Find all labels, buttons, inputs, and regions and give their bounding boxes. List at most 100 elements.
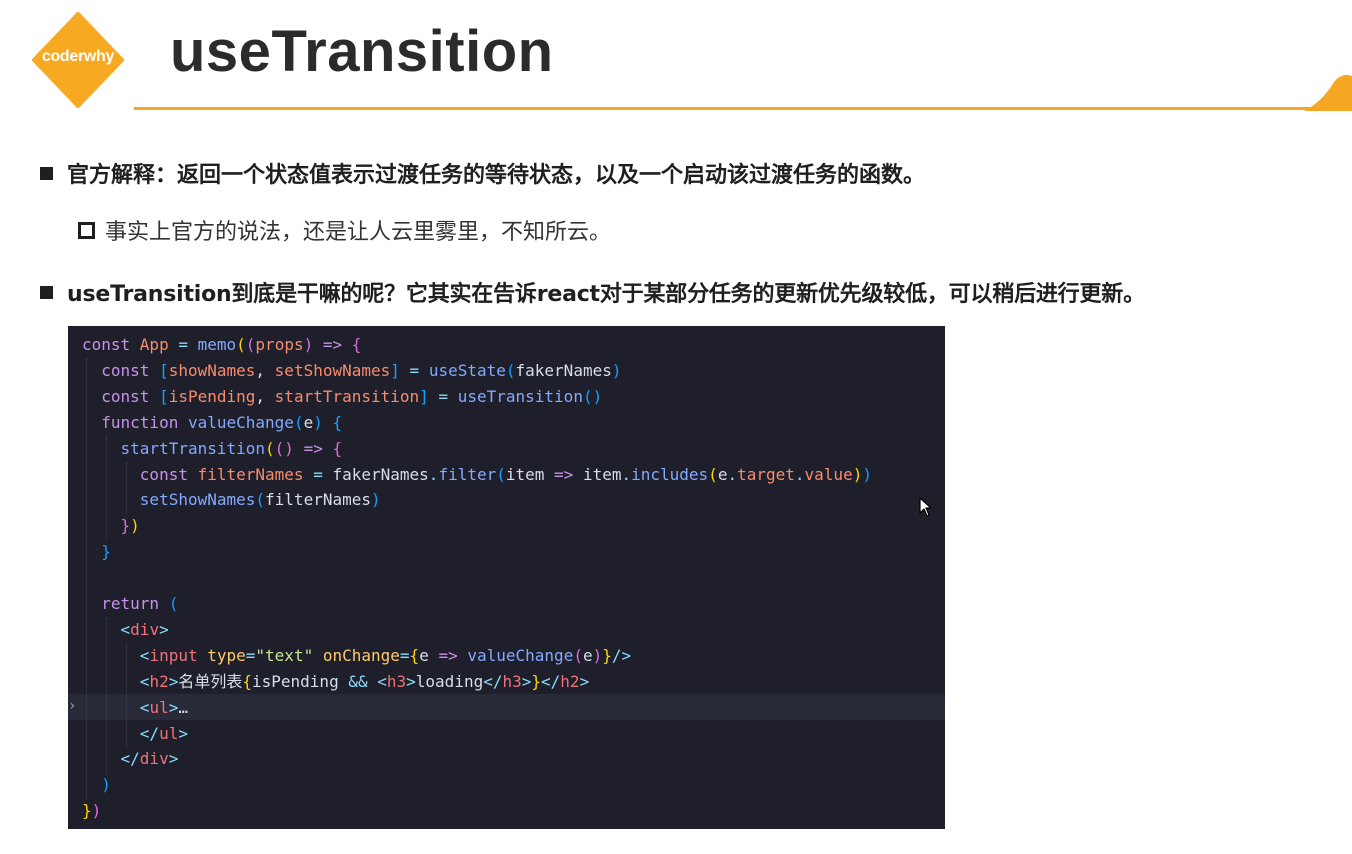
code-token: item: [582, 464, 622, 484]
code-line: const filterNames = fakerNames.filter(it…: [82, 462, 872, 488]
code-token: function: [82, 412, 188, 432]
code-token: (: [573, 645, 583, 665]
code-line: const [showNames, setShowNames] = useSta…: [82, 358, 621, 384]
code-token: h2: [149, 671, 169, 691]
code-token: isPending: [252, 671, 339, 691]
code-token: setShowNames: [82, 490, 256, 510]
code-token: .: [794, 464, 805, 484]
code-token: includes: [631, 464, 709, 484]
code-token: 名单列表: [178, 671, 243, 691]
code-line: const [isPending, startTransition] = use…: [82, 384, 602, 410]
code-token: ): [130, 516, 140, 536]
code-token: filterNames: [265, 490, 371, 510]
code-token: .: [727, 464, 738, 484]
code-line: function valueChange(e) {: [82, 410, 342, 436]
code-token: (): [582, 386, 603, 406]
code-token: >: [168, 697, 179, 717]
code-token: (: [168, 594, 179, 613]
code-token: (: [245, 335, 256, 354]
code-token: }: [82, 516, 131, 536]
code-token: =>: [544, 464, 583, 484]
code-token: {: [409, 645, 420, 665]
code-token: (: [236, 335, 246, 354]
code-token: setShowNames: [274, 360, 391, 380]
code-token: <: [377, 671, 387, 691]
code-line: <input type="text" onChange={e => valueC…: [82, 643, 631, 669]
logo-text: coderwhy: [41, 48, 115, 65]
code-token: const: [82, 335, 140, 354]
bullet-purpose: useTransition到底是干嘛的呢？它其实在告诉react对于某部分任务的…: [40, 276, 1145, 308]
code-token: ): [303, 335, 314, 354]
code-token: type: [207, 645, 246, 665]
code-token: ): [82, 775, 111, 795]
code-token: useTransition: [457, 386, 583, 406]
code-token: input: [149, 645, 208, 665]
code-token: (: [255, 490, 266, 510]
code-token: ,: [255, 386, 275, 406]
code-token: return: [82, 594, 169, 613]
code-token: </: [82, 723, 160, 743]
code-token: isPending: [168, 386, 256, 406]
square-bullet-icon: [40, 285, 53, 299]
code-token: e: [582, 645, 593, 665]
code-token: }: [531, 671, 542, 691]
code-line: ): [82, 772, 111, 798]
code-line: <ul>…: [82, 695, 188, 721]
code-token: const: [82, 386, 160, 406]
code-token: >: [178, 723, 188, 743]
code-token: =: [245, 645, 256, 665]
code-token: const: [82, 464, 198, 484]
code-token: fakerNames: [515, 360, 612, 380]
code-token: target: [737, 464, 795, 484]
code-token: div: [130, 619, 160, 639]
code-token: =>: [428, 645, 468, 665]
bullet-official-explanation: 官方解释：返回一个状态值表示过渡任务的等待状态，以及一个启动该过渡任务的函数。: [40, 157, 925, 189]
code-token: >: [521, 671, 532, 691]
code-token: >: [406, 671, 416, 691]
code-token: (: [293, 412, 304, 432]
code-token: ): [862, 464, 872, 484]
mouse-pointer-icon: [919, 497, 932, 517]
code-token: ): [371, 490, 381, 510]
code-line: <div>: [82, 617, 169, 643]
code-line: }): [82, 513, 140, 539]
code-token: valueChange: [187, 412, 294, 432]
code-token: (: [708, 464, 718, 484]
code-token: fakerNames: [332, 464, 429, 484]
code-token: ul: [149, 697, 169, 717]
current-line-highlight: [68, 694, 945, 720]
code-token: e: [419, 645, 429, 665]
bullet-text: useTransition到底是干嘛的呢？它其实在告诉react对于某部分任务的…: [67, 282, 1145, 307]
code-token: filter: [438, 464, 497, 484]
code-token: =>: [293, 438, 333, 458]
code-token: <: [82, 619, 131, 639]
code-token: />: [611, 645, 632, 665]
code-token: ul: [159, 723, 179, 743]
code-line: <h2>名单列表{isPending && <h3>loading</h3>}<…: [82, 669, 589, 695]
code-token: h3: [386, 671, 407, 691]
code-token: onChange: [313, 645, 400, 665]
code-token: </: [483, 671, 503, 691]
code-token: >: [159, 619, 169, 639]
code-token: …: [178, 697, 188, 717]
code-token: >: [168, 671, 179, 691]
code-token: showNames: [168, 360, 256, 380]
code-token: memo: [197, 335, 237, 354]
code-token: [: [159, 360, 169, 380]
code-token: ): [852, 464, 863, 484]
code-token: ,: [255, 360, 275, 380]
code-token: (: [265, 438, 275, 458]
page-title: useTransition: [170, 19, 554, 84]
square-bullet-icon: [40, 166, 53, 180]
code-line: </div>: [82, 746, 179, 772]
code-token: div: [139, 749, 169, 769]
code-line: startTransition(() => {: [82, 436, 343, 462]
fold-arrow-icon[interactable]: ›: [68, 698, 76, 714]
code-token: startTransition: [82, 438, 266, 458]
code-token: >: [168, 749, 179, 769]
code-token: <: [82, 671, 150, 691]
sub-bullet-remark: 事实上官方的说法，还是让人云里雾里，不知所云。: [78, 214, 611, 246]
hollow-square-bullet-icon: [78, 221, 95, 239]
code-token: {: [332, 412, 343, 432]
code-token: "text": [255, 645, 314, 665]
